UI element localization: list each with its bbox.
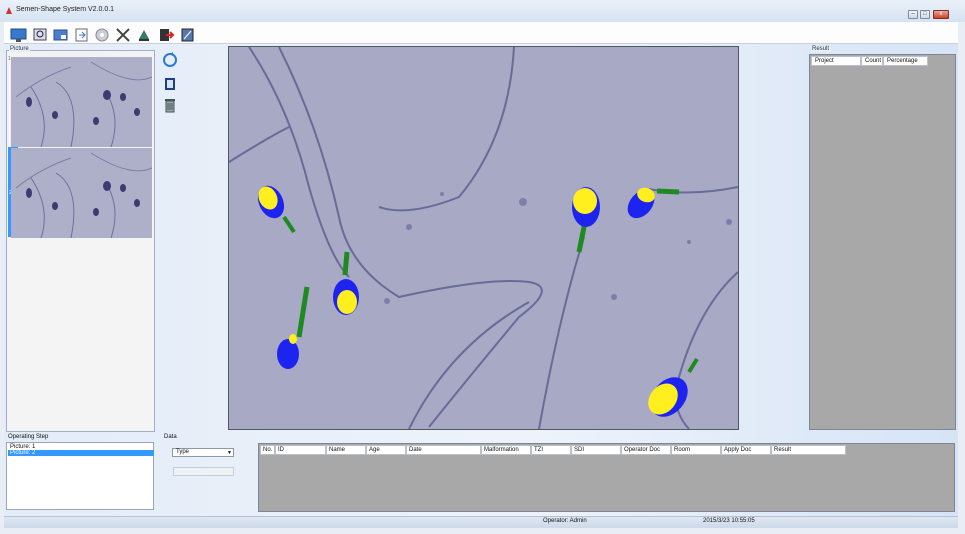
column-header-age[interactable]: Age (366, 445, 406, 455)
column-header-name[interactable]: Name (326, 445, 366, 455)
minimize-button[interactable]: – (908, 10, 918, 19)
type-select[interactable]: Type (172, 448, 234, 457)
column-header-apply-doc[interactable]: Apply Doc (721, 445, 771, 455)
settings-icon[interactable] (94, 27, 111, 43)
close-button[interactable]: x (933, 10, 949, 19)
thumbnail-2[interactable] (11, 148, 152, 238)
exit-icon[interactable] (158, 27, 175, 43)
picture-label: Picture (9, 46, 30, 52)
result-label: Result (811, 46, 831, 52)
app-icon (5, 6, 13, 15)
column-header-sdi[interactable]: SDI (571, 445, 621, 455)
view-icon[interactable] (32, 27, 49, 43)
column-header-tzi[interactable]: TZI (531, 445, 571, 455)
column-header-operator-doc[interactable]: Operator Doc (621, 445, 671, 455)
specimen-image-view[interactable] (228, 46, 739, 430)
column-header-malformation[interactable]: Malformation (481, 445, 531, 455)
data-label: Data (164, 434, 177, 440)
list-item-selected[interactable]: Picture: 2 (8, 450, 154, 456)
column-header-result[interactable]: Result (771, 445, 846, 455)
film-icon[interactable] (163, 76, 177, 92)
help-icon[interactable] (179, 27, 196, 43)
status-datetime: 2015/3/23 10:55:05 (703, 518, 755, 524)
operating-step-label: Operating Step (8, 434, 49, 440)
window-title: Semen-Shape System V2.0.0.1 (16, 6, 115, 13)
export-icon[interactable] (73, 27, 90, 43)
upload-icon[interactable] (136, 27, 153, 43)
title-bar (0, 0, 965, 22)
monitor-icon[interactable] (10, 27, 27, 43)
column-header-room[interactable]: Room (671, 445, 721, 455)
maximize-button[interactable]: □ (920, 10, 930, 19)
operating-step-list[interactable]: Picture: 1 Picture: 2 (6, 442, 154, 510)
blank-button[interactable] (173, 467, 234, 476)
column-header-percentage[interactable]: Percentage (883, 56, 928, 66)
column-header-id[interactable]: ID (275, 445, 326, 455)
chevron-down-icon[interactable]: ▼ (227, 450, 232, 456)
column-header-project[interactable]: Project (811, 56, 861, 66)
column-header-no[interactable]: No. (260, 445, 275, 455)
thumbnail-1[interactable] (11, 57, 152, 147)
data-table: No. ID Name Age Date Malformation TZI SD… (258, 443, 955, 512)
column-header-count[interactable]: Count (861, 56, 883, 66)
status-bar (4, 516, 958, 528)
image-icon[interactable] (52, 27, 69, 43)
column-header-date[interactable]: Date (406, 445, 481, 455)
delete-icon[interactable] (163, 97, 177, 113)
refresh-icon[interactable] (162, 52, 178, 68)
status-operator: Operator: Admin (543, 518, 587, 524)
tools-icon[interactable] (115, 27, 132, 43)
result-table: Project Count Percentage (809, 54, 956, 430)
